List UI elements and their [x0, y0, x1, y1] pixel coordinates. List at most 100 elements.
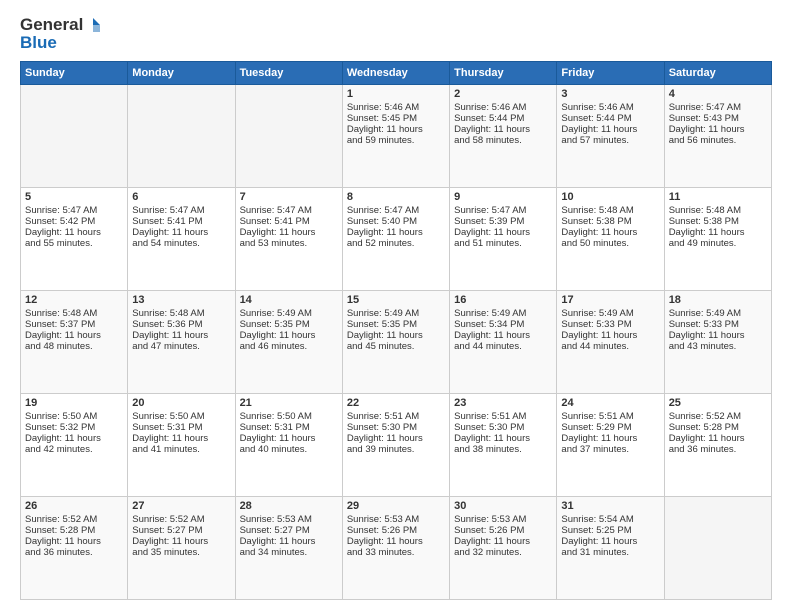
- cell-content-line: Sunset: 5:33 PM: [669, 319, 767, 330]
- day-number: 1: [347, 88, 445, 100]
- cell-content-line: Daylight: 11 hours: [454, 330, 552, 341]
- cell-content-line: Daylight: 11 hours: [132, 227, 230, 238]
- weekday-header: Monday: [128, 62, 235, 85]
- cell-content-line: Sunrise: 5:48 AM: [561, 205, 659, 216]
- calendar-week-row: 26Sunrise: 5:52 AMSunset: 5:28 PMDayligh…: [21, 497, 772, 600]
- cell-content-line: and 40 minutes.: [240, 444, 338, 455]
- calendar-cell: 23Sunrise: 5:51 AMSunset: 5:30 PMDayligh…: [450, 394, 557, 497]
- calendar-cell: 9Sunrise: 5:47 AMSunset: 5:39 PMDaylight…: [450, 188, 557, 291]
- cell-content-line: Sunset: 5:28 PM: [25, 525, 123, 536]
- day-number: 15: [347, 294, 445, 306]
- cell-content-line: Sunrise: 5:51 AM: [454, 411, 552, 422]
- day-number: 6: [132, 191, 230, 203]
- cell-content-line: and 47 minutes.: [132, 341, 230, 352]
- day-number: 22: [347, 397, 445, 409]
- cell-content-line: Sunset: 5:31 PM: [132, 422, 230, 433]
- cell-content-line: Daylight: 11 hours: [347, 433, 445, 444]
- day-number: 20: [132, 397, 230, 409]
- cell-content-line: Sunrise: 5:46 AM: [561, 102, 659, 113]
- cell-content-line: Daylight: 11 hours: [25, 536, 123, 547]
- cell-content-line: and 32 minutes.: [454, 547, 552, 558]
- day-number: 28: [240, 500, 338, 512]
- cell-content-line: Sunrise: 5:53 AM: [240, 514, 338, 525]
- calendar-cell: [21, 85, 128, 188]
- cell-content-line: Daylight: 11 hours: [454, 536, 552, 547]
- cell-content-line: Daylight: 11 hours: [669, 433, 767, 444]
- cell-content-line: Sunset: 5:27 PM: [132, 525, 230, 536]
- cell-content-line: Sunrise: 5:48 AM: [132, 308, 230, 319]
- cell-content-line: Daylight: 11 hours: [347, 124, 445, 135]
- weekday-header-row: SundayMondayTuesdayWednesdayThursdayFrid…: [21, 62, 772, 85]
- cell-content-line: and 49 minutes.: [669, 238, 767, 249]
- cell-content-line: Sunset: 5:42 PM: [25, 216, 123, 227]
- cell-content-line: and 39 minutes.: [347, 444, 445, 455]
- day-number: 8: [347, 191, 445, 203]
- cell-content-line: Sunset: 5:34 PM: [454, 319, 552, 330]
- cell-content-line: Sunrise: 5:47 AM: [25, 205, 123, 216]
- calendar-cell: 6Sunrise: 5:47 AMSunset: 5:41 PMDaylight…: [128, 188, 235, 291]
- page: General Blue SundayMondayTuesdayWednesda…: [0, 0, 792, 612]
- calendar-cell: 31Sunrise: 5:54 AMSunset: 5:25 PMDayligh…: [557, 497, 664, 600]
- calendar-week-row: 5Sunrise: 5:47 AMSunset: 5:42 PMDaylight…: [21, 188, 772, 291]
- cell-content-line: Sunset: 5:36 PM: [132, 319, 230, 330]
- cell-content-line: Sunset: 5:32 PM: [25, 422, 123, 433]
- day-number: 13: [132, 294, 230, 306]
- calendar-cell: 14Sunrise: 5:49 AMSunset: 5:35 PMDayligh…: [235, 291, 342, 394]
- cell-content-line: Sunrise: 5:47 AM: [669, 102, 767, 113]
- cell-content-line: Sunset: 5:38 PM: [669, 216, 767, 227]
- cell-content-line: Sunset: 5:27 PM: [240, 525, 338, 536]
- cell-content-line: Sunset: 5:25 PM: [561, 525, 659, 536]
- cell-content-line: and 57 minutes.: [561, 135, 659, 146]
- calendar-cell: 12Sunrise: 5:48 AMSunset: 5:37 PMDayligh…: [21, 291, 128, 394]
- cell-content-line: Sunrise: 5:51 AM: [561, 411, 659, 422]
- day-number: 11: [669, 191, 767, 203]
- cell-content-line: and 46 minutes.: [240, 341, 338, 352]
- cell-content-line: Sunrise: 5:47 AM: [240, 205, 338, 216]
- weekday-header: Sunday: [21, 62, 128, 85]
- calendar-week-row: 12Sunrise: 5:48 AMSunset: 5:37 PMDayligh…: [21, 291, 772, 394]
- cell-content-line: Sunset: 5:35 PM: [240, 319, 338, 330]
- weekday-header: Tuesday: [235, 62, 342, 85]
- day-number: 16: [454, 294, 552, 306]
- cell-content-line: Daylight: 11 hours: [561, 433, 659, 444]
- cell-content-line: Sunset: 5:26 PM: [454, 525, 552, 536]
- cell-content-line: and 51 minutes.: [454, 238, 552, 249]
- day-number: 3: [561, 88, 659, 100]
- cell-content-line: Daylight: 11 hours: [347, 227, 445, 238]
- cell-content-line: Daylight: 11 hours: [561, 330, 659, 341]
- calendar-cell: 4Sunrise: 5:47 AMSunset: 5:43 PMDaylight…: [664, 85, 771, 188]
- day-number: 23: [454, 397, 552, 409]
- calendar-cell: 7Sunrise: 5:47 AMSunset: 5:41 PMDaylight…: [235, 188, 342, 291]
- day-number: 4: [669, 88, 767, 100]
- calendar-cell: 22Sunrise: 5:51 AMSunset: 5:30 PMDayligh…: [342, 394, 449, 497]
- cell-content-line: and 37 minutes.: [561, 444, 659, 455]
- cell-content-line: Sunset: 5:39 PM: [454, 216, 552, 227]
- calendar-cell: [128, 85, 235, 188]
- calendar-cell: 8Sunrise: 5:47 AMSunset: 5:40 PMDaylight…: [342, 188, 449, 291]
- logo-blue-part: Blue: [20, 33, 57, 53]
- cell-content-line: and 53 minutes.: [240, 238, 338, 249]
- cell-content-line: Sunrise: 5:50 AM: [132, 411, 230, 422]
- day-number: 10: [561, 191, 659, 203]
- cell-content-line: and 54 minutes.: [132, 238, 230, 249]
- cell-content-line: Sunset: 5:35 PM: [347, 319, 445, 330]
- cell-content-line: and 45 minutes.: [347, 341, 445, 352]
- calendar-cell: 10Sunrise: 5:48 AMSunset: 5:38 PMDayligh…: [557, 188, 664, 291]
- cell-content-line: and 58 minutes.: [454, 135, 552, 146]
- cell-content-line: Sunrise: 5:54 AM: [561, 514, 659, 525]
- cell-content-line: Sunset: 5:33 PM: [561, 319, 659, 330]
- cell-content-line: and 52 minutes.: [347, 238, 445, 249]
- cell-content-line: Sunrise: 5:49 AM: [561, 308, 659, 319]
- cell-content-line: Sunset: 5:29 PM: [561, 422, 659, 433]
- day-number: 27: [132, 500, 230, 512]
- cell-content-line: Sunrise: 5:46 AM: [454, 102, 552, 113]
- cell-content-line: Daylight: 11 hours: [240, 330, 338, 341]
- day-number: 7: [240, 191, 338, 203]
- cell-content-line: Sunset: 5:41 PM: [240, 216, 338, 227]
- cell-content-line: and 34 minutes.: [240, 547, 338, 558]
- cell-content-line: Sunrise: 5:52 AM: [132, 514, 230, 525]
- cell-content-line: and 50 minutes.: [561, 238, 659, 249]
- day-number: 26: [25, 500, 123, 512]
- calendar-cell: 20Sunrise: 5:50 AMSunset: 5:31 PMDayligh…: [128, 394, 235, 497]
- day-number: 5: [25, 191, 123, 203]
